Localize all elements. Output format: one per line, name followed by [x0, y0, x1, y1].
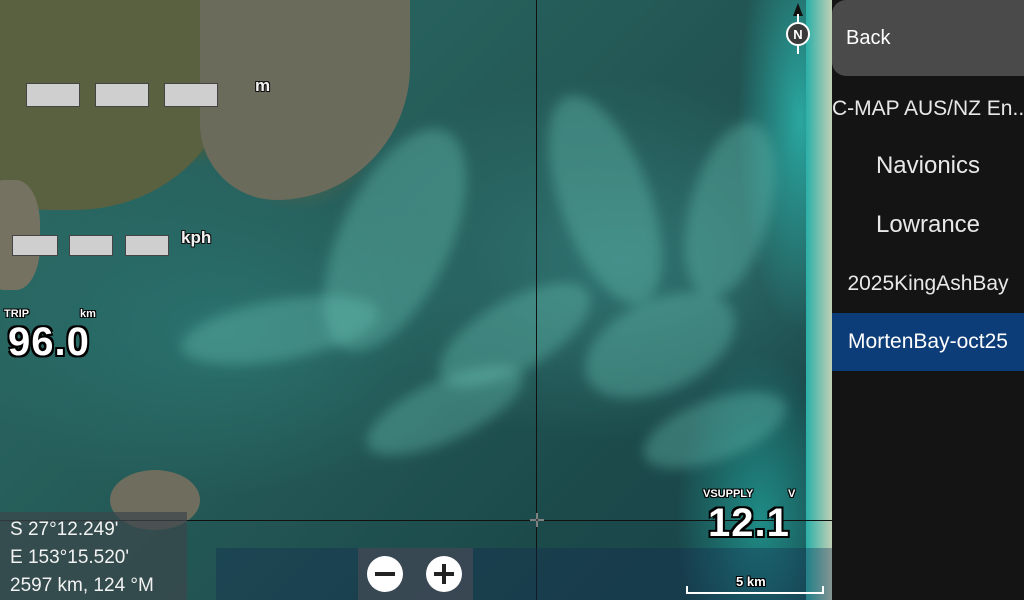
depth-digit-box: [26, 83, 80, 107]
menu-item-lowrance[interactable]: Lowrance: [832, 196, 1024, 254]
speed-digit-box: [125, 235, 169, 256]
back-button[interactable]: Back: [832, 0, 1024, 76]
cursor-position-panel: S 27°12.249' E 153°15.520' 2597 km, 124 …: [0, 512, 187, 600]
trip-unit: km: [80, 308, 96, 320]
vsupply-value: 12.1: [708, 501, 790, 545]
depth-digit-box: [95, 83, 149, 107]
cursor-line-vertical: [536, 0, 537, 600]
zoom-out-icon[interactable]: [367, 556, 403, 592]
north-compass-icon[interactable]: N: [784, 2, 812, 54]
depth-unit: m: [255, 76, 271, 95]
back-label: Back: [846, 27, 891, 49]
speed-digit-box: [12, 235, 58, 256]
scale-bar: [686, 586, 824, 594]
longitude: E 153°15.520': [10, 547, 129, 568]
latitude: S 27°12.249': [10, 519, 119, 540]
trip-value: 96.0: [8, 320, 90, 364]
zoom-in-icon[interactable]: [426, 556, 462, 592]
menu-item-mortenbay[interactable]: MortenBay-oct25: [832, 313, 1024, 371]
speed-digit-box: [69, 235, 113, 256]
compass-letter: N: [793, 27, 802, 42]
menu-item-cmap[interactable]: C-MAP AUS/NZ En...: [832, 80, 1024, 138]
land-east-island: [806, 0, 832, 600]
menu-item-kingashbay[interactable]: 2025KingAshBay: [832, 255, 1024, 313]
speed-unit: kph: [181, 228, 212, 247]
vsupply-unit: V: [788, 488, 796, 500]
crosshair-icon[interactable]: [529, 512, 545, 528]
trip-label: TRIP: [4, 308, 30, 320]
range-bearing: 2597 km, 124 °M: [10, 575, 154, 596]
depth-digit-box: [164, 83, 218, 107]
vsupply-label: VSUPPLY: [703, 488, 754, 500]
menu-item-navionics[interactable]: Navionics: [832, 137, 1024, 195]
